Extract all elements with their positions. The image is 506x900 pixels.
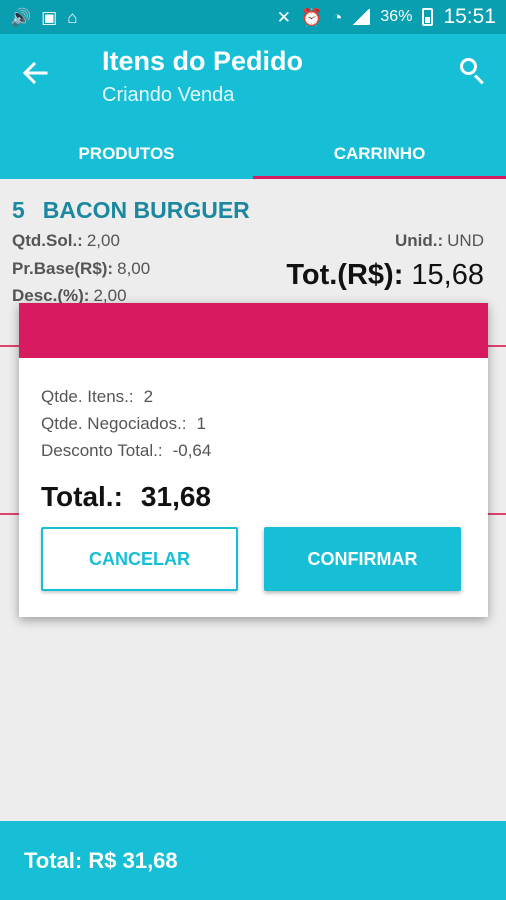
qtde-itens-value: 2 (143, 387, 154, 406)
item-base-row: Pr.Base(R$): 8,00 (12, 259, 150, 279)
search-icon[interactable] (458, 56, 488, 86)
status-right: ✕ ⏰ ◔ 36% 15:51 (277, 5, 496, 29)
incognito-icon: ⌂ (67, 7, 78, 27)
qtd-value: 2,00 (86, 231, 120, 250)
desconto-label: Desconto Total.: (41, 441, 163, 460)
item-name: BACON BURGUER (42, 197, 250, 223)
mute-icon: ✕ (276, 7, 291, 27)
search-lens (460, 58, 477, 75)
battery-icon (422, 8, 434, 26)
dialog-total-value: 31,68 (140, 481, 211, 512)
base-value: 8,00 (117, 259, 151, 278)
alarm-icon: ⏰ (300, 7, 323, 27)
qtde-negociados-value: 1 (196, 414, 206, 433)
search-handle (473, 74, 484, 85)
summary-dialog: Qtde. Itens.: 2 Qtde. Negociados.: 1 Desco… (19, 303, 488, 617)
confirm-button[interactable]: CONFIRMAR (264, 527, 461, 591)
dialog-total: Total.: 31,68 (41, 481, 211, 513)
tab-bar: PRODUTOS CARRINHO (0, 128, 506, 179)
tab-produtos[interactable]: PRODUTOS (0, 128, 253, 179)
status-bar: 🔊 ▣ ⌂ ✕ ⏰ ◔ 36% 15:51 (0, 0, 506, 34)
dialog-desconto: Desconto Total.: -0,64 (41, 441, 211, 461)
tot-value: 15,68 (411, 259, 484, 291)
item-total: Tot.(R$): 15,68 (286, 259, 484, 292)
unid-value: UND (447, 231, 484, 250)
page-subtitle: Criando Venda (102, 84, 235, 106)
desconto-value: -0,64 (172, 441, 212, 460)
item-number: 5 (12, 197, 25, 223)
wifi-icon: ◔ (332, 7, 343, 27)
dialog-total-label: Total.: (41, 481, 123, 512)
base-label: Pr.Base(R$): (12, 259, 114, 278)
unid-label: Unid.: (395, 231, 444, 250)
tot-label: Tot.(R$): (286, 259, 404, 291)
image-icon: ▣ (41, 7, 58, 27)
back-arrow-icon[interactable] (18, 56, 52, 90)
status-time: 15:51 (443, 5, 496, 28)
qtd-label: Qtd.Sol.: (12, 231, 83, 250)
bottom-total-bar: Total: R$ 31,68 (0, 821, 506, 900)
item-title: 5 BACON BURGUER (12, 197, 250, 224)
volume-icon: 🔊 (10, 7, 32, 27)
tab-carrinho[interactable]: CARRINHO (253, 128, 506, 179)
dialog-qtde-negociados: Qtde. Negociados.: 1 (41, 414, 206, 434)
item-qtd-row: Qtd.Sol.: 2,00 (12, 231, 120, 251)
dialog-qtde-itens: Qtde. Itens.: 2 (41, 387, 153, 407)
signal-icon (352, 9, 371, 25)
status-left: 🔊 ▣ ⌂ (10, 9, 78, 26)
app-bar: Itens do Pedido Criando Venda PRODUTOS C… (0, 34, 506, 179)
bottom-total-text: Total: R$ 31,68 (24, 847, 178, 873)
cancel-button[interactable]: CANCELAR (41, 527, 238, 591)
page-title: Itens do Pedido (102, 46, 304, 76)
item-unid-row: Unid.: UND (395, 231, 484, 251)
qtde-negociados-label: Qtde. Negociados.: (41, 414, 187, 433)
qtde-itens-label: Qtde. Itens.: (41, 387, 134, 406)
dialog-header (19, 303, 488, 358)
back-arrow-svg (22, 61, 48, 85)
battery-percent: 36% (380, 8, 413, 25)
